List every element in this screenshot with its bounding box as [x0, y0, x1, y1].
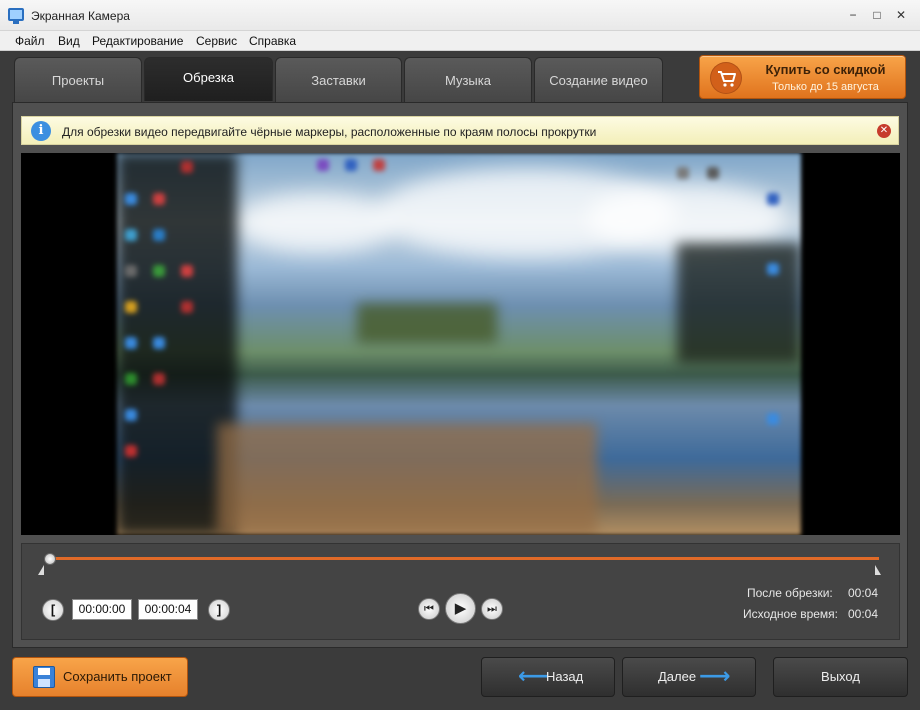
monitor-icon [8, 8, 24, 24]
play-icon[interactable]: ▶ [445, 593, 476, 624]
info-icon: i [31, 121, 51, 141]
original-time-value: 00:04 [848, 607, 879, 621]
trim-panel: i Для обрезки видео передвигайте чёрные … [12, 102, 908, 648]
trim-controls: [ 00:00:00 00:00:04 ] ⏮ ▶ ⏭ После обрезк… [21, 543, 900, 640]
set-end-button[interactable]: ] [208, 599, 230, 621]
tab-intros[interactable]: Заставки [275, 57, 402, 102]
start-time-field[interactable]: 00:00:00 [72, 599, 132, 620]
arrow-right-icon: ⟶ [699, 663, 731, 688]
tab-music[interactable]: Музыка [404, 57, 532, 102]
save-project-label: Сохранить проект [63, 669, 172, 684]
window-title: Экранная Камера [31, 9, 130, 23]
menu-service[interactable]: Сервис [196, 34, 237, 48]
arrow-left-icon: ⟵ [518, 663, 550, 688]
menu-edit[interactable]: Редактирование [92, 34, 183, 48]
back-button[interactable]: ⟵ Назад [481, 657, 615, 697]
next-icon[interactable]: ⏭ [481, 598, 503, 620]
buy-discount-button[interactable]: Купить со скидкой Только до 15 августа [699, 55, 906, 99]
minimize-button[interactable]: − [842, 5, 864, 25]
tab-projects[interactable]: Проекты [14, 57, 142, 102]
tab-create-video[interactable]: Создание видео [534, 57, 663, 102]
buy-subtitle: Только до 15 августа [772, 81, 879, 93]
shopping-cart-icon [710, 62, 742, 94]
close-window-button[interactable]: ✕ [890, 5, 912, 25]
title-bar: Экранная Камера − □ ✕ [0, 0, 920, 31]
info-message: Для обрезки видео передвигайте чёрные ма… [62, 125, 597, 139]
trim-timeline[interactable] [47, 557, 879, 560]
save-project-button[interactable]: Сохранить проект [12, 657, 188, 697]
exit-button[interactable]: Выход [773, 657, 908, 697]
desktop-icons [117, 153, 801, 535]
set-start-button[interactable]: [ [42, 599, 64, 621]
previous-icon[interactable]: ⏮ [418, 598, 440, 620]
video-preview [21, 153, 900, 535]
main-area: Проекты Обрезка Заставки Музыка Создание… [0, 51, 920, 710]
close-info-icon[interactable]: ✕ [877, 124, 891, 138]
next-button[interactable]: Далее ⟶ [622, 657, 756, 697]
back-label: Назад [546, 669, 584, 684]
next-label: Далее [658, 669, 697, 684]
menu-help[interactable]: Справка [249, 34, 296, 48]
menu-view[interactable]: Вид [58, 34, 80, 48]
end-time-field[interactable]: 00:00:04 [138, 599, 198, 620]
original-time-label: Исходное время: [743, 607, 839, 621]
after-trim-label: После обрезки: [747, 586, 833, 600]
menu-file[interactable]: Файл [15, 34, 45, 48]
end-marker[interactable] [875, 565, 881, 575]
playhead-handle[interactable] [44, 553, 56, 565]
start-marker[interactable] [38, 565, 44, 575]
info-bar: i Для обрезки видео передвигайте чёрные … [21, 116, 899, 145]
after-trim-value: 00:04 [848, 586, 879, 600]
tab-trim[interactable]: Обрезка [144, 57, 273, 101]
menu-bar: Файл Вид Редактирование Сервис Справка [0, 31, 920, 51]
buy-title: Купить со скидкой [765, 62, 886, 77]
maximize-button[interactable]: □ [866, 5, 888, 25]
video-frame [117, 153, 801, 535]
floppy-disk-icon [33, 666, 55, 688]
